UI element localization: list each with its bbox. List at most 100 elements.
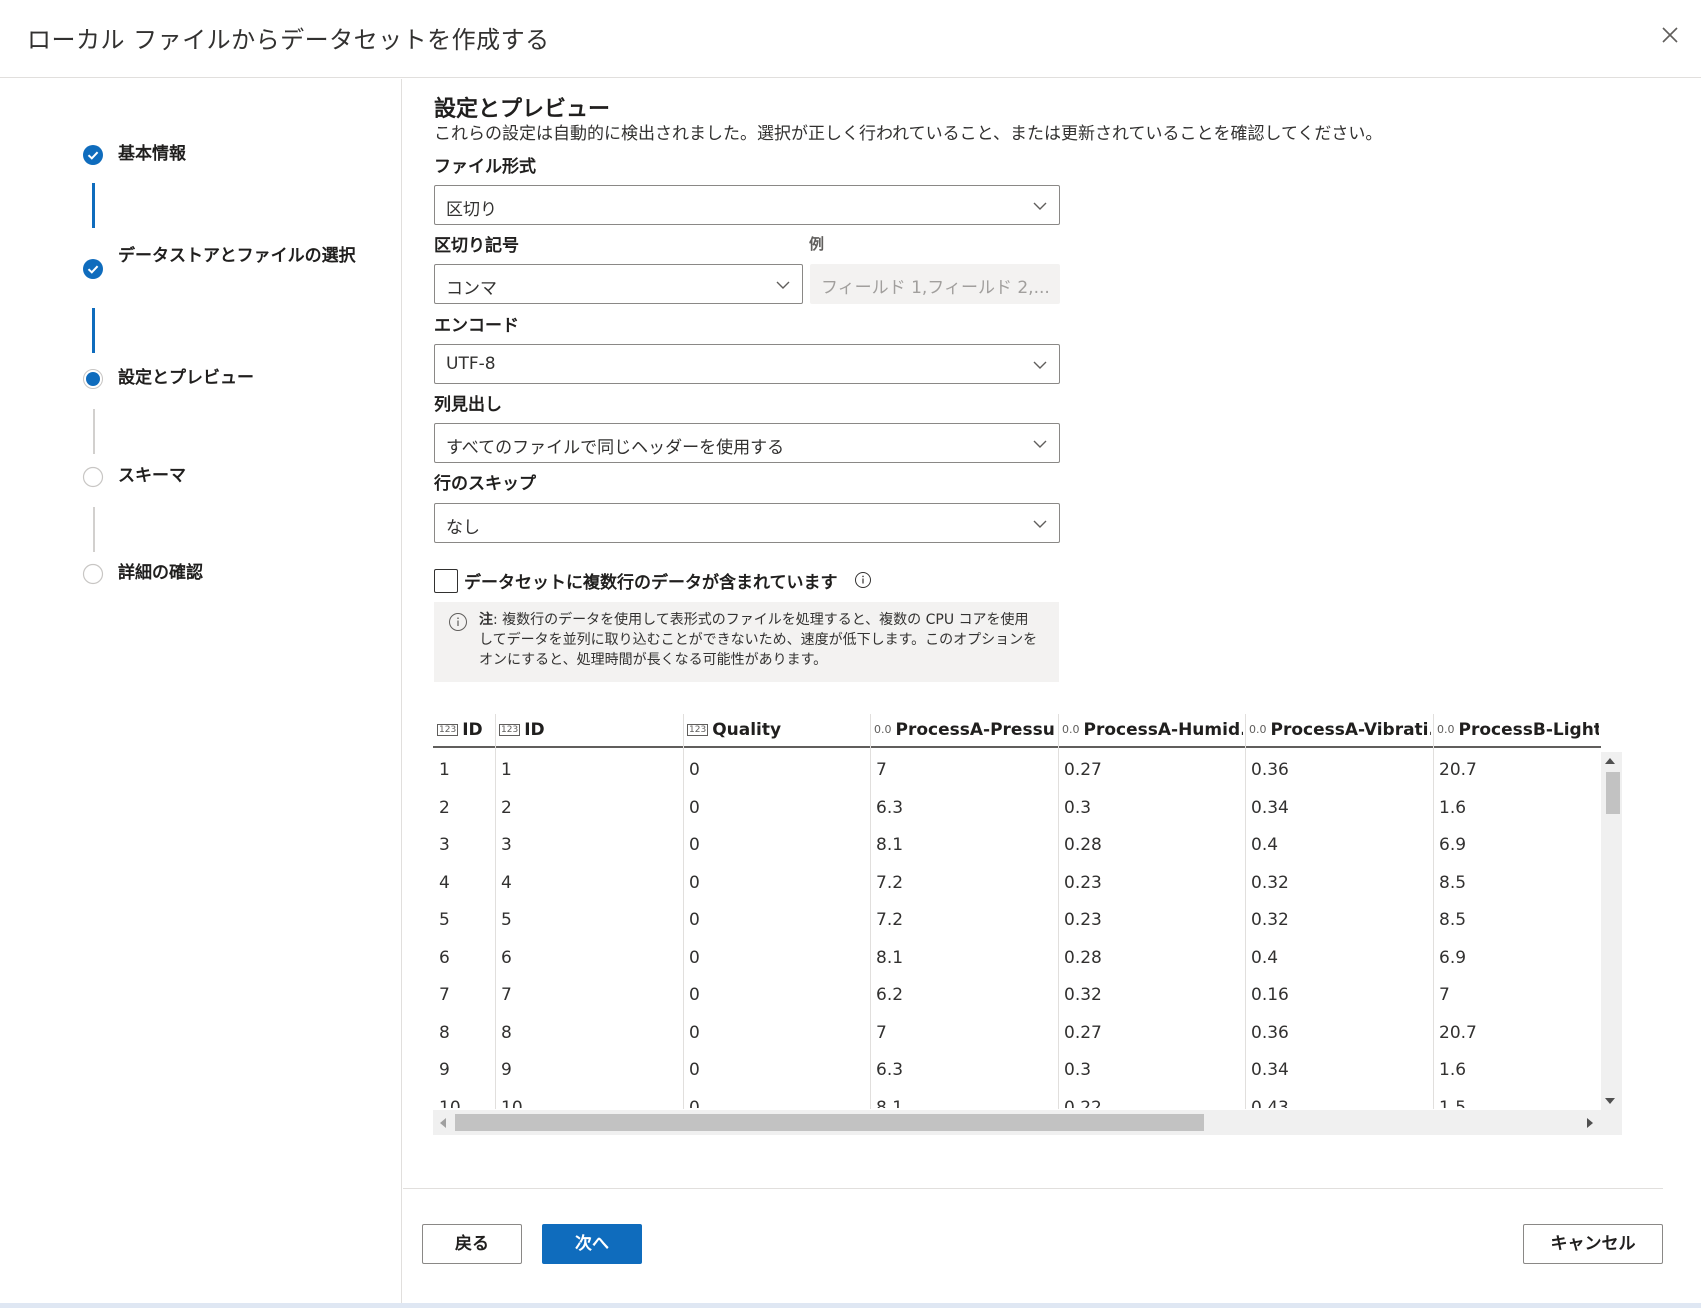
table-cell: 0.32 [1251,910,1289,930]
cancel-button[interactable]: キャンセル [1523,1224,1663,1264]
horizontal-scroll-thumb[interactable] [455,1114,1204,1131]
current-dot-icon [83,369,103,389]
table-cell: 1 [501,760,512,780]
table-cell: 8.5 [1439,910,1467,930]
table-cell: 0 [689,760,700,780]
encoding-dropdown[interactable]: UTF-8 [434,344,1060,384]
table-cell: 10 [439,1097,461,1109]
table-cell: 20.7 [1439,1022,1477,1043]
table-row: 2 2 0 6.3 0.3 0.34 1.6 [433,790,1601,827]
grid-body: 1 1 0 7 0.27 0.36 20.7 2 2 0 6.3 0.3 0.34 1.6 3 3 0 8.1 0.… [433,710,1601,1108]
data-preview-grid: 123ID123ID123Quality0.0ProcessA-Pressure… [433,710,1622,1135]
close-icon [1662,27,1678,43]
table-cell: 7.2 [876,872,904,893]
table-cell: 7 [1439,985,1450,1005]
skip-rows-value: なし [446,518,480,538]
wizard-steps-nav: 基本情報 データストアとファイルの選択 設定とプレビュー スキーマ 詳細の確認 [0,79,402,1308]
table-cell: 0.28 [1064,835,1102,855]
example-label: 例 [809,235,825,253]
column-separator [1245,714,1246,1109]
encoding-label: エンコード [434,316,519,336]
table-cell: 7 [439,985,450,1005]
chevron-down-icon [1033,202,1047,210]
table-cell: 0.22 [1064,1097,1102,1109]
column-separator [1433,714,1434,1109]
table-row: 10 10 0 8.1 0.22 0.43 1.5 [433,1090,1601,1109]
table-cell: 7.2 [876,910,904,930]
delimiter-dropdown[interactable]: コンマ [434,264,803,304]
file-format-label: ファイル形式 [434,157,536,177]
table-cell: 6.9 [1439,947,1467,968]
table-cell: 8.1 [876,835,904,855]
multiline-checkbox-label[interactable]: データセットに複数行のデータが含まれています [464,568,838,593]
table-cell: 6.3 [876,1060,904,1080]
step-label: 詳細の確認 [118,563,203,583]
vertical-scrollbar[interactable] [1601,752,1622,1110]
chevron-down-icon [1033,520,1047,528]
file-format-value: 区切り [446,200,497,220]
file-format-dropdown[interactable]: 区切り [434,185,1060,225]
table-cell: 7 [876,760,887,780]
table-cell: 0 [689,1097,700,1109]
table-cell: 0.36 [1251,1022,1289,1043]
table-cell: 5 [439,910,450,930]
table-cell: 0 [689,985,700,1005]
table-cell: 6 [501,947,512,968]
multiline-checkbox[interactable] [434,569,458,593]
table-cell: 6.2 [876,985,904,1005]
table-cell: 1.5 [1439,1097,1467,1109]
table-cell: 0 [689,797,700,818]
skip-rows-dropdown[interactable]: なし [434,503,1060,543]
column-headers-dropdown[interactable]: すべてのファイルで同じヘッダーを使用する [434,423,1060,463]
table-cell: 0.36 [1251,760,1289,780]
table-cell: 0.16 [1251,985,1289,1005]
table-cell: 0 [689,910,700,930]
table-cell: 0.32 [1251,872,1289,893]
horizontal-scrollbar[interactable] [433,1110,1622,1135]
table-row: 5 5 0 7.2 0.23 0.32 8.5 [433,902,1601,939]
table-row: 7 7 0 6.2 0.32 0.16 7 [433,977,1601,1014]
scroll-left-arrow-icon[interactable] [440,1118,446,1128]
table-cell: 0.27 [1064,1022,1102,1043]
step-label: 設定とプレビュー [118,368,254,388]
table-cell: 20.7 [1439,760,1477,780]
info-icon[interactable] [854,571,872,589]
footer-divider [403,1188,1663,1189]
column-separator [1058,714,1059,1109]
table-cell: 0.3 [1064,1060,1092,1080]
back-button[interactable]: 戻る [422,1224,522,1264]
scroll-down-arrow-icon[interactable] [1605,1098,1615,1104]
table-cell: 2 [439,797,450,818]
table-cell: 0.43 [1251,1097,1289,1109]
step-connector [93,507,95,552]
note-bold-prefix: 注 [479,612,493,628]
table-cell: 0.34 [1251,1060,1289,1080]
table-row: 6 6 0 8.1 0.28 0.4 6.9 [433,940,1601,977]
close-button[interactable] [1655,20,1685,50]
create-dataset-dialog: ローカル ファイルからデータセットを作成する 基本情報 データストアとファイルの… [0,0,1701,1308]
table-cell: 10 [501,1097,523,1109]
column-separator [683,714,684,1109]
table-cell: 0.32 [1064,985,1102,1005]
empty-circle-icon [82,466,104,488]
scroll-right-arrow-icon[interactable] [1587,1118,1593,1128]
next-button[interactable]: 次へ [542,1224,642,1264]
encoding-value: UTF-8 [446,354,496,374]
table-cell: 0.3 [1064,797,1092,818]
note-body: : 複数行のデータを使用して表形式のファイルを処理すると、複数の CPU コアを… [479,612,1038,668]
dialog-title: ローカル ファイルからデータセットを作成する [27,26,550,54]
chevron-down-icon [1033,440,1047,448]
table-cell: 7 [876,1022,887,1043]
table-cell: 9 [501,1060,512,1080]
column-headers-value: すべてのファイルで同じヘッダーを使用する [446,438,785,458]
table-cell: 0.4 [1251,835,1279,855]
table-cell: 4 [501,872,512,893]
table-cell: 0 [689,947,700,968]
table-cell: 1.6 [1439,797,1467,818]
note-text: 注: 複数行のデータを使用して表形式のファイルを処理すると、複数の CPU コア… [479,610,1039,670]
table-row: 1 1 0 7 0.27 0.36 20.7 [433,752,1601,789]
scroll-up-arrow-icon[interactable] [1605,758,1615,764]
bottom-edge [0,1303,1701,1308]
table-cell: 6.9 [1439,835,1467,855]
vertical-scroll-thumb[interactable] [1606,772,1620,814]
